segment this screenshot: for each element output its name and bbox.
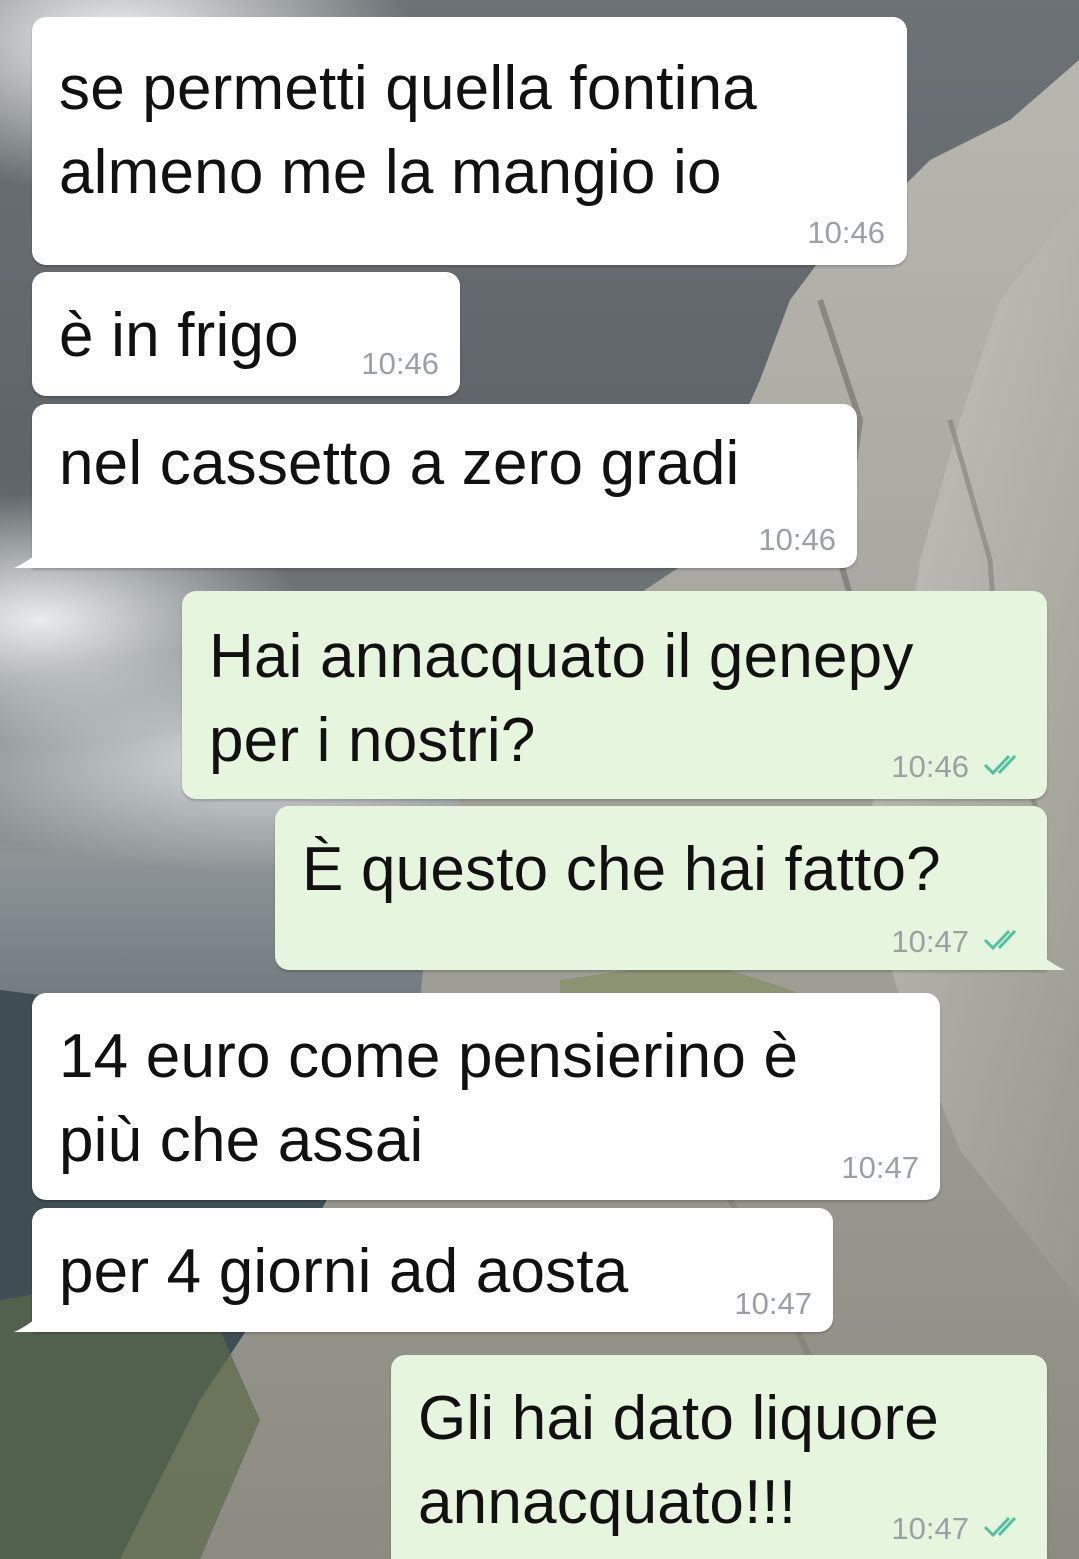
double-check-icon bbox=[983, 929, 1017, 951]
message-bubble-outgoing[interactable]: È questo che hai fatto? 10:47 bbox=[275, 806, 1065, 970]
message-text: 14 euro come pensierino è più che assai bbox=[59, 1022, 799, 1175]
bubble-tail bbox=[14, 546, 44, 568]
message-bubble-incoming[interactable]: 14 euro come pensierino è più che assai … bbox=[32, 993, 940, 1200]
message-timestamp: 10:46 bbox=[891, 749, 969, 784]
message-timestamp: 10:47 bbox=[891, 1511, 969, 1546]
message-timestamp: 10:47 bbox=[734, 1286, 812, 1321]
double-check-icon bbox=[983, 1516, 1017, 1538]
message-text: Hai annacquato il genepy per i nostri? bbox=[209, 622, 914, 775]
bubble-tail bbox=[1035, 948, 1065, 970]
message-bubble-incoming[interactable]: se permetti quella fontina almeno me la … bbox=[32, 17, 907, 265]
message-text: Gli hai dato liquore annacquato!!! bbox=[418, 1384, 939, 1537]
message-bubble-incoming[interactable]: nel cassetto a zero gradi 10:46 bbox=[14, 404, 857, 568]
message-timestamp: 10:47 bbox=[841, 1150, 919, 1185]
message-bubble-outgoing[interactable]: Hai annacquato il genepy per i nostri? 1… bbox=[182, 591, 1047, 799]
message-timestamp: 10:47 bbox=[891, 924, 969, 959]
message-text: per 4 giorni ad aosta bbox=[59, 1237, 629, 1306]
message-text: È questo che hai fatto? bbox=[302, 835, 941, 904]
bubble-tail bbox=[14, 1310, 44, 1332]
message-bubble-incoming[interactable]: per 4 giorni ad aosta 10:47 bbox=[14, 1208, 833, 1332]
message-text: nel cassetto a zero gradi bbox=[59, 429, 740, 498]
message-text: se permetti quella fontina almeno me la … bbox=[59, 54, 757, 207]
message-timestamp: 10:46 bbox=[807, 215, 885, 250]
message-bubble-outgoing[interactable]: Gli hai dato liquore annacquato!!! 10:47 bbox=[391, 1355, 1047, 1559]
message-text: è in frigo bbox=[59, 301, 299, 370]
message-timestamp: 10:46 bbox=[758, 522, 836, 557]
message-bubble-incoming[interactable]: è in frigo 10:46 bbox=[32, 272, 460, 396]
double-check-icon bbox=[983, 754, 1017, 776]
message-timestamp: 10:46 bbox=[361, 346, 439, 381]
